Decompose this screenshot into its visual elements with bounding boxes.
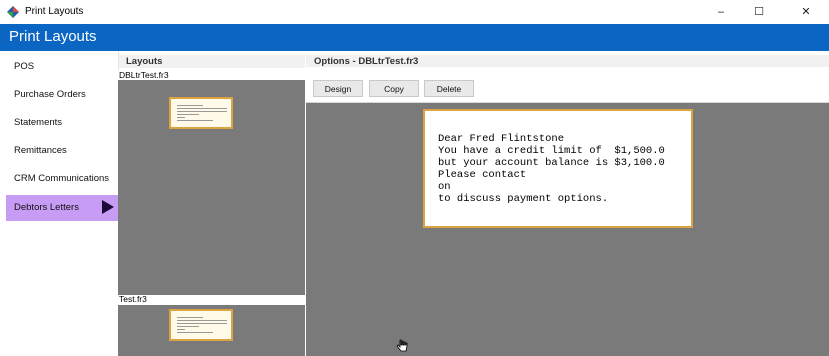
letter-preview: Dear Fred Flintstone You have a credit l…	[423, 109, 693, 228]
play-arrow-icon	[102, 200, 114, 214]
design-button[interactable]: Design	[313, 80, 363, 97]
letter-line: Please contact	[438, 169, 527, 181]
nav-item-debtors-letters[interactable]: Debtors Letters	[6, 195, 118, 221]
nav-item-pos[interactable]: POS	[6, 55, 114, 79]
window-title: Print Layouts	[25, 6, 84, 17]
window-title-bar: Print Layouts – ☐ ✕	[0, 0, 829, 24]
nav-item-label: Statements	[14, 117, 63, 128]
nav-item-purchase-orders[interactable]: Purchase Orders	[6, 83, 114, 107]
page-header: Print Layouts	[0, 24, 829, 51]
minimize-button[interactable]: –	[703, 0, 739, 24]
sidebar-nav: POS Purchase Orders Statements Remittanc…	[0, 51, 119, 356]
nav-item-statements[interactable]: Statements	[6, 111, 114, 135]
delete-button[interactable]: Delete	[424, 80, 474, 97]
nav-item-label: Remittances	[14, 145, 67, 156]
letter-line: to discuss payment options.	[438, 193, 609, 205]
layout-item-label[interactable]: DBLtrTest.fr3	[118, 71, 305, 80]
layout-thumbnail	[169, 97, 233, 129]
layout-item-label[interactable]: Test.fr3	[118, 295, 305, 305]
nav-item-label: Debtors Letters	[14, 202, 79, 213]
letter-line: on	[438, 181, 451, 193]
nav-item-label: Purchase Orders	[14, 89, 86, 100]
layouts-heading: Layouts	[119, 55, 305, 68]
layout-item-preview[interactable]	[118, 305, 305, 356]
nav-item-label: CRM Communications	[14, 173, 110, 184]
nav-item-remittances[interactable]: Remittances	[6, 139, 114, 163]
nav-item-label: POS	[14, 61, 35, 72]
copy-button[interactable]: Copy	[369, 80, 419, 97]
letter-line: Dear Fred Flintstone	[438, 133, 565, 145]
maximize-button[interactable]: ☐	[741, 0, 777, 24]
layout-thumbnail	[169, 309, 233, 341]
close-button[interactable]: ✕	[788, 0, 824, 24]
letter-line: You have a credit limit of $1,500.0	[438, 145, 665, 157]
app-icon	[7, 6, 19, 18]
letter-line: but your account balance is $3,100.0	[438, 157, 665, 169]
layout-item-preview[interactable]	[118, 80, 305, 295]
hand-cursor-icon	[396, 339, 408, 352]
nav-item-crm-communications[interactable]: CRM Communications	[6, 167, 114, 191]
page-title: Print Layouts	[9, 28, 97, 45]
